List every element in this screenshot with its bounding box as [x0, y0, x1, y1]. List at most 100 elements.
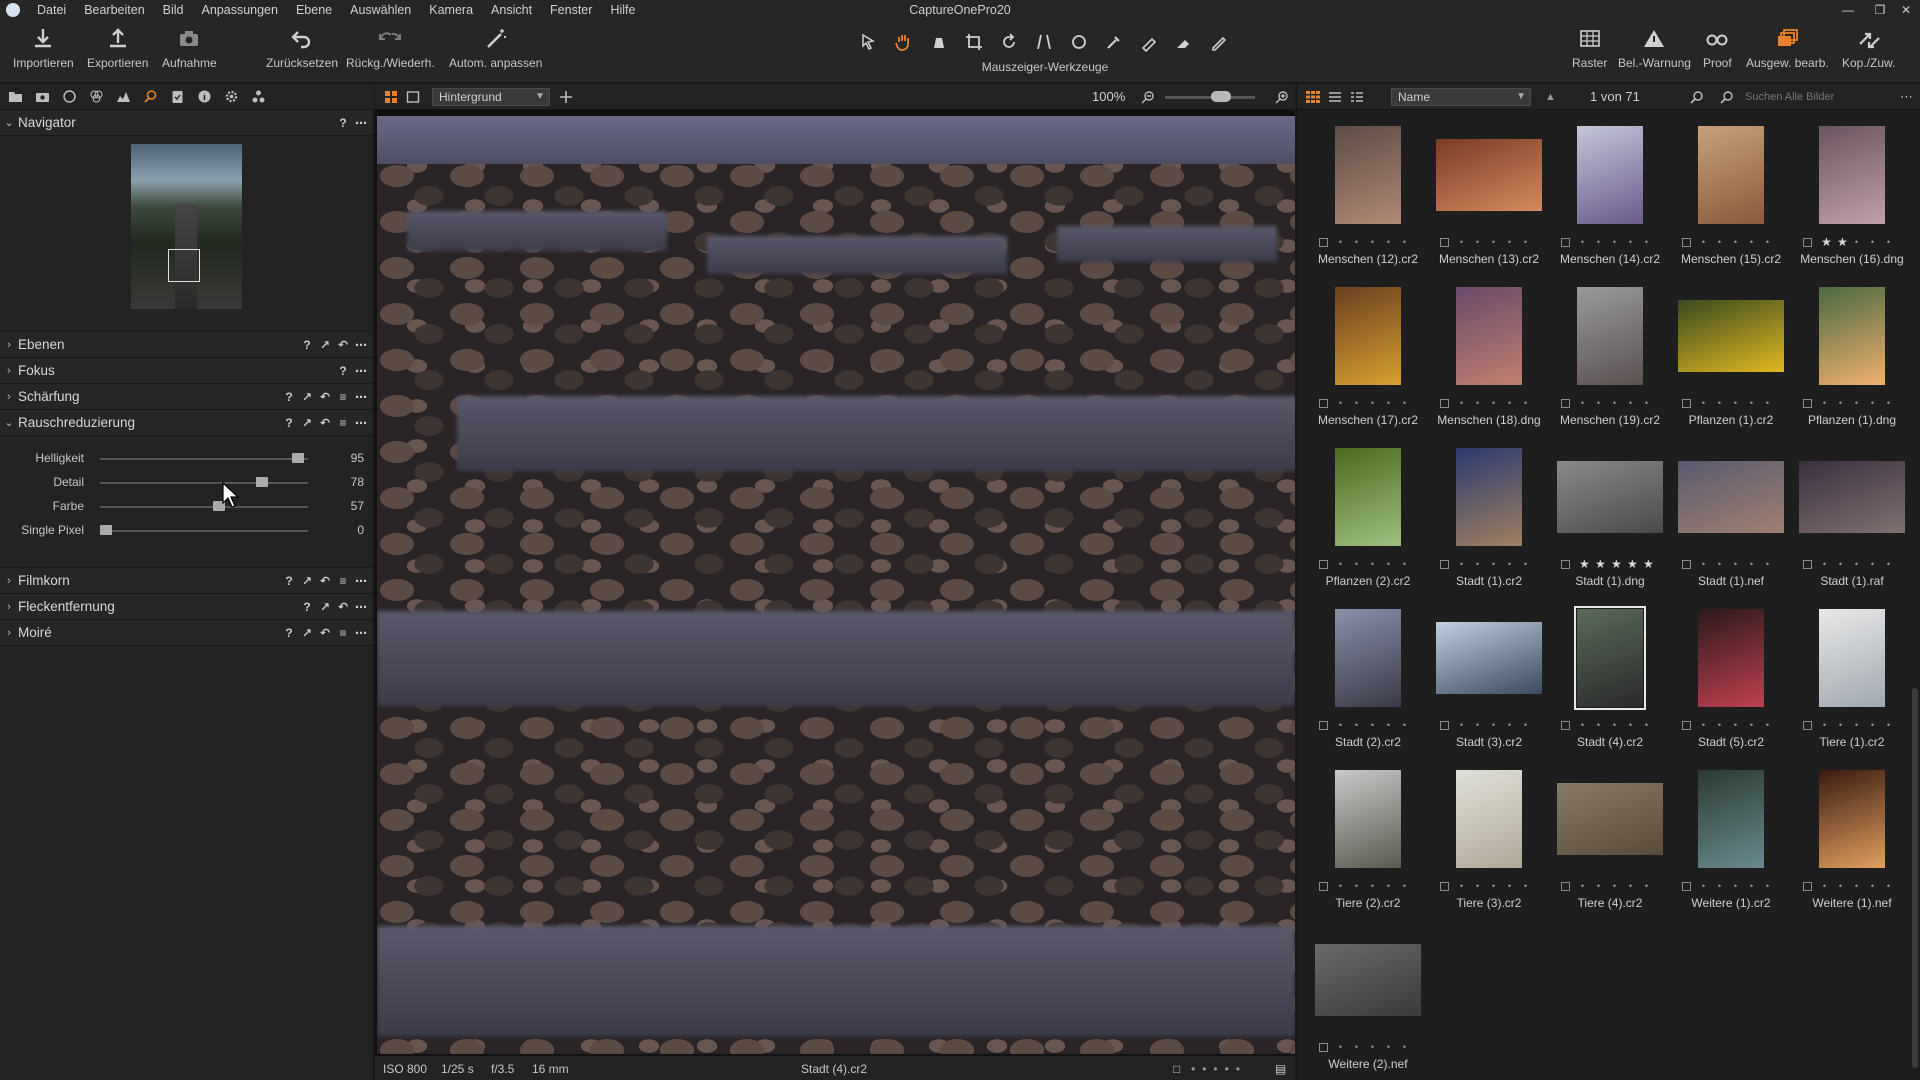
- slider-track[interactable]: [100, 482, 308, 484]
- menu-bearbeiten[interactable]: Bearbeiten: [84, 3, 144, 17]
- thumbnail-image[interactable]: [1456, 448, 1522, 546]
- thumbnail-cell[interactable]: • • • • • Menschen (13).cr2: [1428, 120, 1550, 280]
- thumbnail-image[interactable]: [1819, 126, 1885, 224]
- thumbnail-image[interactable]: [1574, 606, 1646, 710]
- star-empty-icon[interactable]: •: [1385, 881, 1392, 891]
- reset-small-icon[interactable]: ↶: [319, 574, 331, 588]
- star-empty-icon[interactable]: •: [1506, 559, 1513, 569]
- color-tag-checkbox[interactable]: [1319, 881, 1328, 891]
- loupe-tool[interactable]: [925, 30, 952, 54]
- close-icon[interactable]: ✕: [1892, 0, 1920, 20]
- import-button[interactable]: Importieren: [13, 26, 74, 70]
- thumbnail-cell[interactable]: • • • • • Tiere (2).cr2: [1307, 764, 1429, 924]
- thumbnail-image[interactable]: [1678, 300, 1784, 372]
- star-filled-icon[interactable]: ★: [1643, 558, 1654, 570]
- star-empty-icon[interactable]: •: [1700, 237, 1707, 247]
- star-empty-icon[interactable]: •: [1522, 237, 1529, 247]
- star-empty-icon[interactable]: •: [1748, 881, 1755, 891]
- slider-track[interactable]: [100, 458, 308, 460]
- reset-button[interactable]: Zurücksetzen: [266, 26, 338, 70]
- multi-view-button[interactable]: [384, 87, 398, 107]
- image-viewer[interactable]: [375, 110, 1295, 1055]
- color-tag-checkbox[interactable]: [1561, 881, 1570, 891]
- star-empty-icon[interactable]: •: [1337, 1042, 1344, 1052]
- menu-anpassungen[interactable]: Anpassungen: [202, 3, 278, 17]
- color-tag-checkbox[interactable]: [1682, 398, 1691, 408]
- help-icon[interactable]: ?: [337, 364, 349, 378]
- restore-icon[interactable]: ❐: [1866, 0, 1894, 20]
- color-tag-checkbox[interactable]: [1803, 237, 1812, 247]
- section-filmkorn[interactable]: › Filmkorn ? ↗ ↶ ≡ ⋯: [0, 568, 373, 594]
- keystone-tool[interactable]: [1030, 30, 1057, 54]
- navigator-viewport-box[interactable]: [168, 249, 200, 282]
- color-tag-checkbox[interactable]: [1682, 559, 1691, 569]
- slider-value[interactable]: 57: [351, 499, 364, 513]
- star-filled-icon[interactable]: ★: [1821, 236, 1832, 248]
- color-tag-checkbox[interactable]: [1803, 559, 1812, 569]
- slider-value[interactable]: 0: [357, 523, 364, 537]
- star-empty-icon[interactable]: •: [1458, 881, 1465, 891]
- section-rauschreduzierung[interactable]: ⌄ Rauschreduzierung ? ↗ ↶ ≡ ⋯: [0, 410, 373, 436]
- star-empty-icon[interactable]: •: [1490, 720, 1497, 730]
- star-empty-icon[interactable]: •: [1748, 720, 1755, 730]
- star-empty-icon[interactable]: •: [1490, 559, 1497, 569]
- star-empty-icon[interactable]: •: [1506, 720, 1513, 730]
- color-tag-checkbox[interactable]: [1682, 720, 1691, 730]
- star-empty-icon[interactable]: •: [1611, 398, 1618, 408]
- picker-tool[interactable]: [1100, 30, 1127, 54]
- eraser-tool[interactable]: [1170, 30, 1197, 54]
- star-empty-icon[interactable]: •: [1611, 881, 1618, 891]
- star-empty-icon[interactable]: •: [1595, 398, 1602, 408]
- star-empty-icon[interactable]: •: [1732, 720, 1739, 730]
- more-icon[interactable]: ⋯: [355, 574, 367, 588]
- thumbnail-image[interactable]: [1456, 770, 1522, 868]
- star-empty-icon[interactable]: •: [1748, 237, 1755, 247]
- star-empty-icon[interactable]: •: [1732, 881, 1739, 891]
- star-empty-icon[interactable]: •: [1369, 559, 1376, 569]
- star-empty-icon[interactable]: •: [1353, 559, 1360, 569]
- star-empty-icon[interactable]: •: [1716, 398, 1723, 408]
- star-empty-icon[interactable]: •: [1458, 398, 1465, 408]
- tab-exposure[interactable]: [113, 87, 133, 107]
- slider-track[interactable]: [100, 506, 308, 508]
- color-tag-checkbox[interactable]: [1319, 720, 1328, 730]
- browser-scrollbar[interactable]: [1912, 688, 1918, 1068]
- tab-color[interactable]: [86, 87, 106, 107]
- star-empty-icon[interactable]: •: [1337, 881, 1344, 891]
- star-empty-icon[interactable]: •: [1353, 881, 1360, 891]
- thumbnail-image[interactable]: [1577, 126, 1643, 224]
- star-empty-icon[interactable]: •: [1474, 237, 1481, 247]
- thumbnail-image[interactable]: [1577, 287, 1643, 385]
- star-empty-icon[interactable]: •: [1458, 559, 1465, 569]
- slider-thumb[interactable]: [256, 477, 269, 487]
- tab-details[interactable]: [140, 87, 160, 107]
- section-ebenen[interactable]: › Ebenen ? ↗ ↶ ⋯: [0, 332, 373, 358]
- tab-capture[interactable]: [32, 87, 52, 107]
- star-empty-icon[interactable]: •: [1837, 398, 1844, 408]
- zoom-slider-thumb[interactable]: [1211, 91, 1231, 102]
- thumbnail-cell[interactable]: • • • • • Stadt (4).cr2: [1549, 603, 1671, 763]
- star-empty-icon[interactable]: •: [1579, 720, 1586, 730]
- star-empty-icon[interactable]: •: [1401, 398, 1408, 408]
- help-icon[interactable]: ?: [283, 574, 295, 588]
- color-tag-checkbox[interactable]: [1803, 398, 1812, 408]
- star-empty-icon[interactable]: •: [1700, 881, 1707, 891]
- color-tag-checkbox[interactable]: [1440, 398, 1449, 408]
- star-filled-icon[interactable]: ★: [1627, 558, 1638, 570]
- grid-button[interactable]: Raster: [1572, 26, 1607, 70]
- expand-icon[interactable]: ↗: [319, 600, 331, 614]
- star-empty-icon[interactable]: •: [1385, 559, 1392, 569]
- help-icon[interactable]: ?: [283, 390, 295, 404]
- crop-tool[interactable]: [960, 30, 987, 54]
- presets-icon[interactable]: ≡: [337, 574, 349, 588]
- star-empty-icon[interactable]: •: [1579, 398, 1586, 408]
- star-empty-icon[interactable]: •: [1595, 237, 1602, 247]
- star-empty-icon[interactable]: •: [1853, 881, 1860, 891]
- sort-direction-icon[interactable]: ▲: [1545, 87, 1556, 107]
- star-empty-icon[interactable]: •: [1764, 720, 1771, 730]
- slider-track[interactable]: [100, 530, 308, 532]
- color-tag-checkbox[interactable]: [1319, 398, 1328, 408]
- thumbnail-image[interactable]: [1557, 461, 1663, 533]
- thumbnail-cell[interactable]: • • • • • Weitere (2).nef: [1307, 925, 1429, 1080]
- spot-tool[interactable]: [1065, 30, 1092, 54]
